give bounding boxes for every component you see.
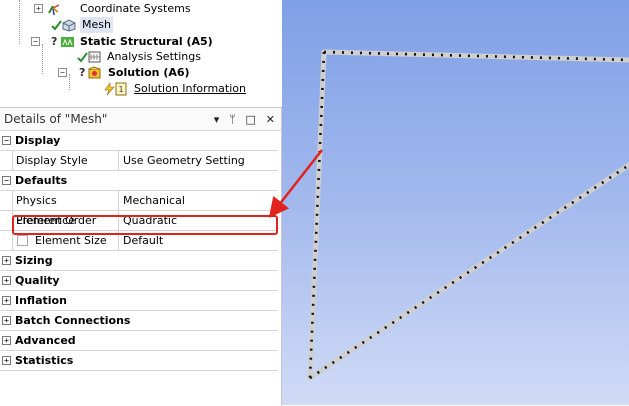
pointer-arrow: [268, 149, 323, 218]
arrow-icon: [268, 149, 323, 218]
